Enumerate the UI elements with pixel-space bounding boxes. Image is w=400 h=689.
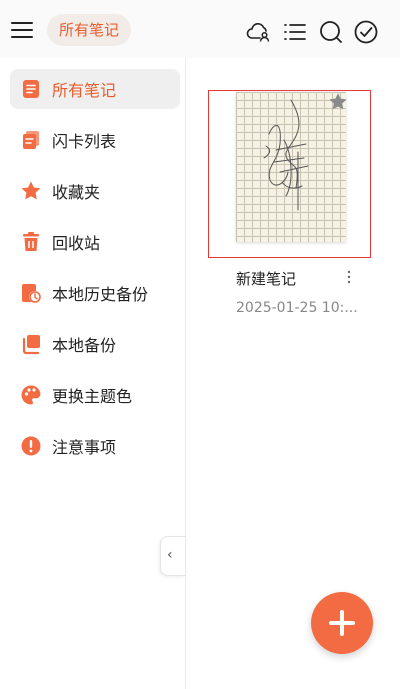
sidebar: 所有笔记 闪卡列表 收藏夹 回收站 本地历史备份 本地备份 更换主题色 注意事项…: [0, 58, 186, 689]
note-title[interactable]: 新建笔记: [236, 268, 346, 289]
sidebar-item-flashcards[interactable]: 闪卡列表: [10, 120, 180, 160]
page-title[interactable]: 所有笔记: [47, 14, 132, 46]
sidebar-item-local-history-backup[interactable]: 本地历史备份: [10, 273, 180, 313]
flashcard-icon: [20, 129, 42, 151]
sidebar-collapse-handle[interactable]: ‹: [160, 536, 185, 576]
sidebar-item-label: 闪卡列表: [52, 132, 117, 151]
sidebar-item-all-notes[interactable]: 所有笔记: [10, 69, 180, 109]
sidebar-item-notes-caution[interactable]: 注意事项: [10, 426, 180, 466]
cloud-user-icon[interactable]: [246, 19, 272, 45]
sidebar-item-label: 所有笔记: [52, 81, 117, 100]
backup-icon: [20, 333, 42, 355]
sidebar-item-trash[interactable]: 回收站: [10, 222, 180, 262]
trash-icon: [20, 231, 42, 253]
note-thumbnail[interactable]: [236, 92, 346, 242]
check-circle-icon[interactable]: [353, 19, 379, 45]
list-icon[interactable]: [282, 19, 308, 45]
alert-icon: [20, 435, 42, 457]
sidebar-item-label: 注意事项: [52, 438, 117, 457]
sidebar-item-label: 本地历史备份: [52, 285, 149, 304]
sidebar-item-label: 回收站: [52, 234, 101, 253]
notes-icon: [20, 78, 42, 100]
note-card[interactable]: [208, 90, 371, 258]
star-icon: [20, 180, 42, 202]
more-options-icon[interactable]: [343, 268, 355, 286]
hamburger-menu-icon[interactable]: [10, 18, 36, 42]
add-note-button[interactable]: [311, 592, 373, 654]
sidebar-item-local-backup[interactable]: 本地备份: [10, 324, 180, 364]
sidebar-item-theme-color[interactable]: 更换主题色: [10, 375, 180, 415]
palette-icon: [20, 384, 42, 406]
sidebar-item-label: 更换主题色: [52, 387, 133, 406]
history-backup-icon: [20, 282, 42, 304]
search-icon[interactable]: [318, 19, 344, 45]
note-date: 2025-01-25 10:...: [236, 300, 358, 316]
sidebar-item-label: 本地备份: [52, 336, 117, 355]
chevron-left-icon: ‹: [167, 547, 173, 563]
sidebar-item-favorites[interactable]: 收藏夹: [10, 171, 180, 211]
app-header: 所有笔记: [0, 0, 400, 58]
favorite-star-icon[interactable]: [328, 92, 348, 112]
handwriting-sketch: [263, 99, 309, 211]
sidebar-item-label: 收藏夹: [52, 183, 101, 202]
